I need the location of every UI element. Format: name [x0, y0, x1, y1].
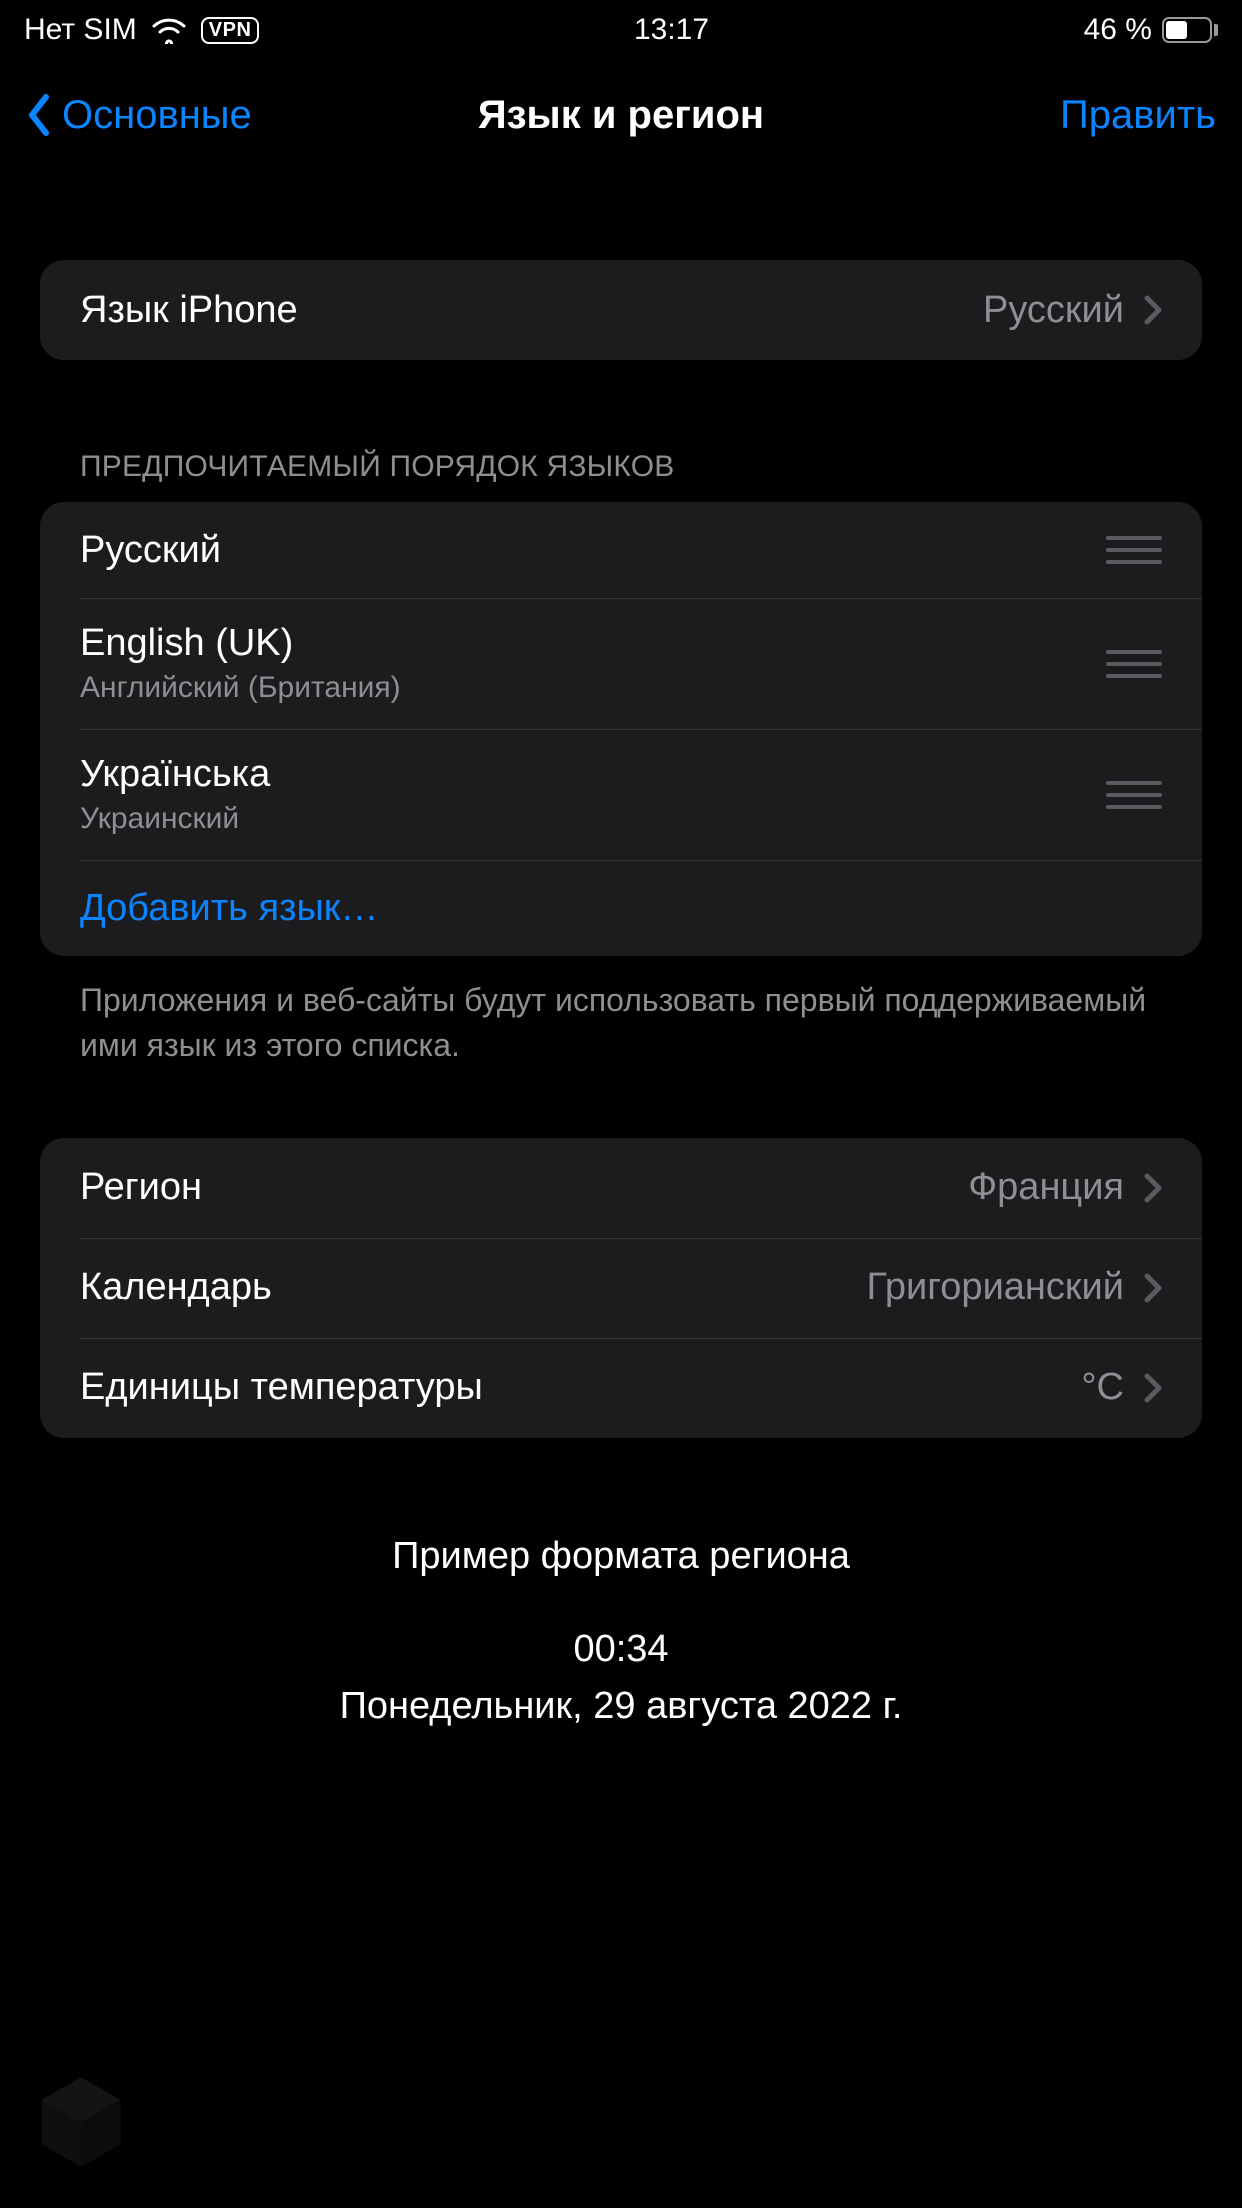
- battery-percent: 46 %: [1084, 13, 1152, 47]
- drag-handle-icon[interactable]: [1106, 536, 1162, 564]
- status-right: 46 %: [1084, 13, 1218, 47]
- drag-handle-icon[interactable]: [1106, 650, 1162, 678]
- row-label: Регион: [80, 1166, 202, 1209]
- wifi-icon: [151, 16, 187, 44]
- nav-bar: Основные Язык и регион Править: [0, 60, 1242, 170]
- add-language-row[interactable]: Добавить язык…: [40, 860, 1202, 956]
- preferred-header: ПРЕДПОЧИТАЕМЫЙ ПОРЯДОК ЯЗЫКОВ: [40, 450, 1202, 502]
- region-group: Регион Франция Календарь Григорианский Е…: [40, 1138, 1202, 1438]
- row-value: °C: [1081, 1366, 1124, 1409]
- iphone-language-group: Язык iPhone Русский: [40, 260, 1202, 360]
- preferred-footer: Приложения и веб-сайты будут использоват…: [40, 956, 1202, 1068]
- language-name: Українська: [80, 753, 270, 796]
- language-row-0[interactable]: Русский: [40, 502, 1202, 598]
- battery-icon: [1162, 17, 1218, 43]
- example-time: 00:34: [40, 1621, 1202, 1678]
- chevron-right-icon: [1144, 1173, 1162, 1203]
- row-value: Григорианский: [866, 1266, 1124, 1309]
- drag-handle-icon[interactable]: [1106, 781, 1162, 809]
- chevron-left-icon: [26, 93, 52, 137]
- temperature-row[interactable]: Единицы температуры °C: [40, 1338, 1202, 1438]
- iphone-language-row[interactable]: Язык iPhone Русский: [40, 260, 1202, 360]
- example-date: Понедельник, 29 августа 2022 г.: [40, 1678, 1202, 1735]
- row-label: Календарь: [80, 1266, 272, 1309]
- example-title: Пример формата региона: [40, 1528, 1202, 1585]
- row-label: Единицы температуры: [80, 1366, 483, 1409]
- region-row[interactable]: Регион Франция: [40, 1138, 1202, 1238]
- chevron-right-icon: [1144, 1373, 1162, 1403]
- chevron-right-icon: [1144, 295, 1162, 325]
- language-name: English (UK): [80, 622, 401, 665]
- language-sub: Украинский: [80, 802, 270, 836]
- add-language-label: Добавить язык…: [80, 887, 378, 930]
- preferred-languages-group: Русский English (UK) Английский (Британи…: [40, 502, 1202, 956]
- row-value: Франция: [968, 1166, 1124, 1209]
- row-label: Язык iPhone: [80, 289, 298, 332]
- back-button[interactable]: Основные: [26, 93, 252, 138]
- language-sub: Английский (Британия): [80, 671, 401, 705]
- back-label: Основные: [62, 93, 252, 138]
- carrier-label: Нет SIM: [24, 13, 137, 47]
- edit-button[interactable]: Править: [1060, 93, 1216, 138]
- status-bar: Нет SIM VPN 13:17 46 %: [0, 0, 1242, 60]
- language-row-2[interactable]: Українська Украинский: [40, 729, 1202, 860]
- row-value: Русский: [983, 289, 1124, 332]
- status-left: Нет SIM VPN: [24, 13, 259, 47]
- vpn-badge: VPN: [201, 17, 260, 44]
- calendar-row[interactable]: Календарь Григорианский: [40, 1238, 1202, 1338]
- hexagon-watermark-icon: [36, 2072, 126, 2172]
- clock: 13:17: [634, 13, 709, 47]
- chevron-right-icon: [1144, 1273, 1162, 1303]
- language-name: Русский: [80, 529, 221, 572]
- language-row-1[interactable]: English (UK) Английский (Британия): [40, 598, 1202, 729]
- region-format-example: Пример формата региона 00:34 Понедельник…: [40, 1438, 1202, 1735]
